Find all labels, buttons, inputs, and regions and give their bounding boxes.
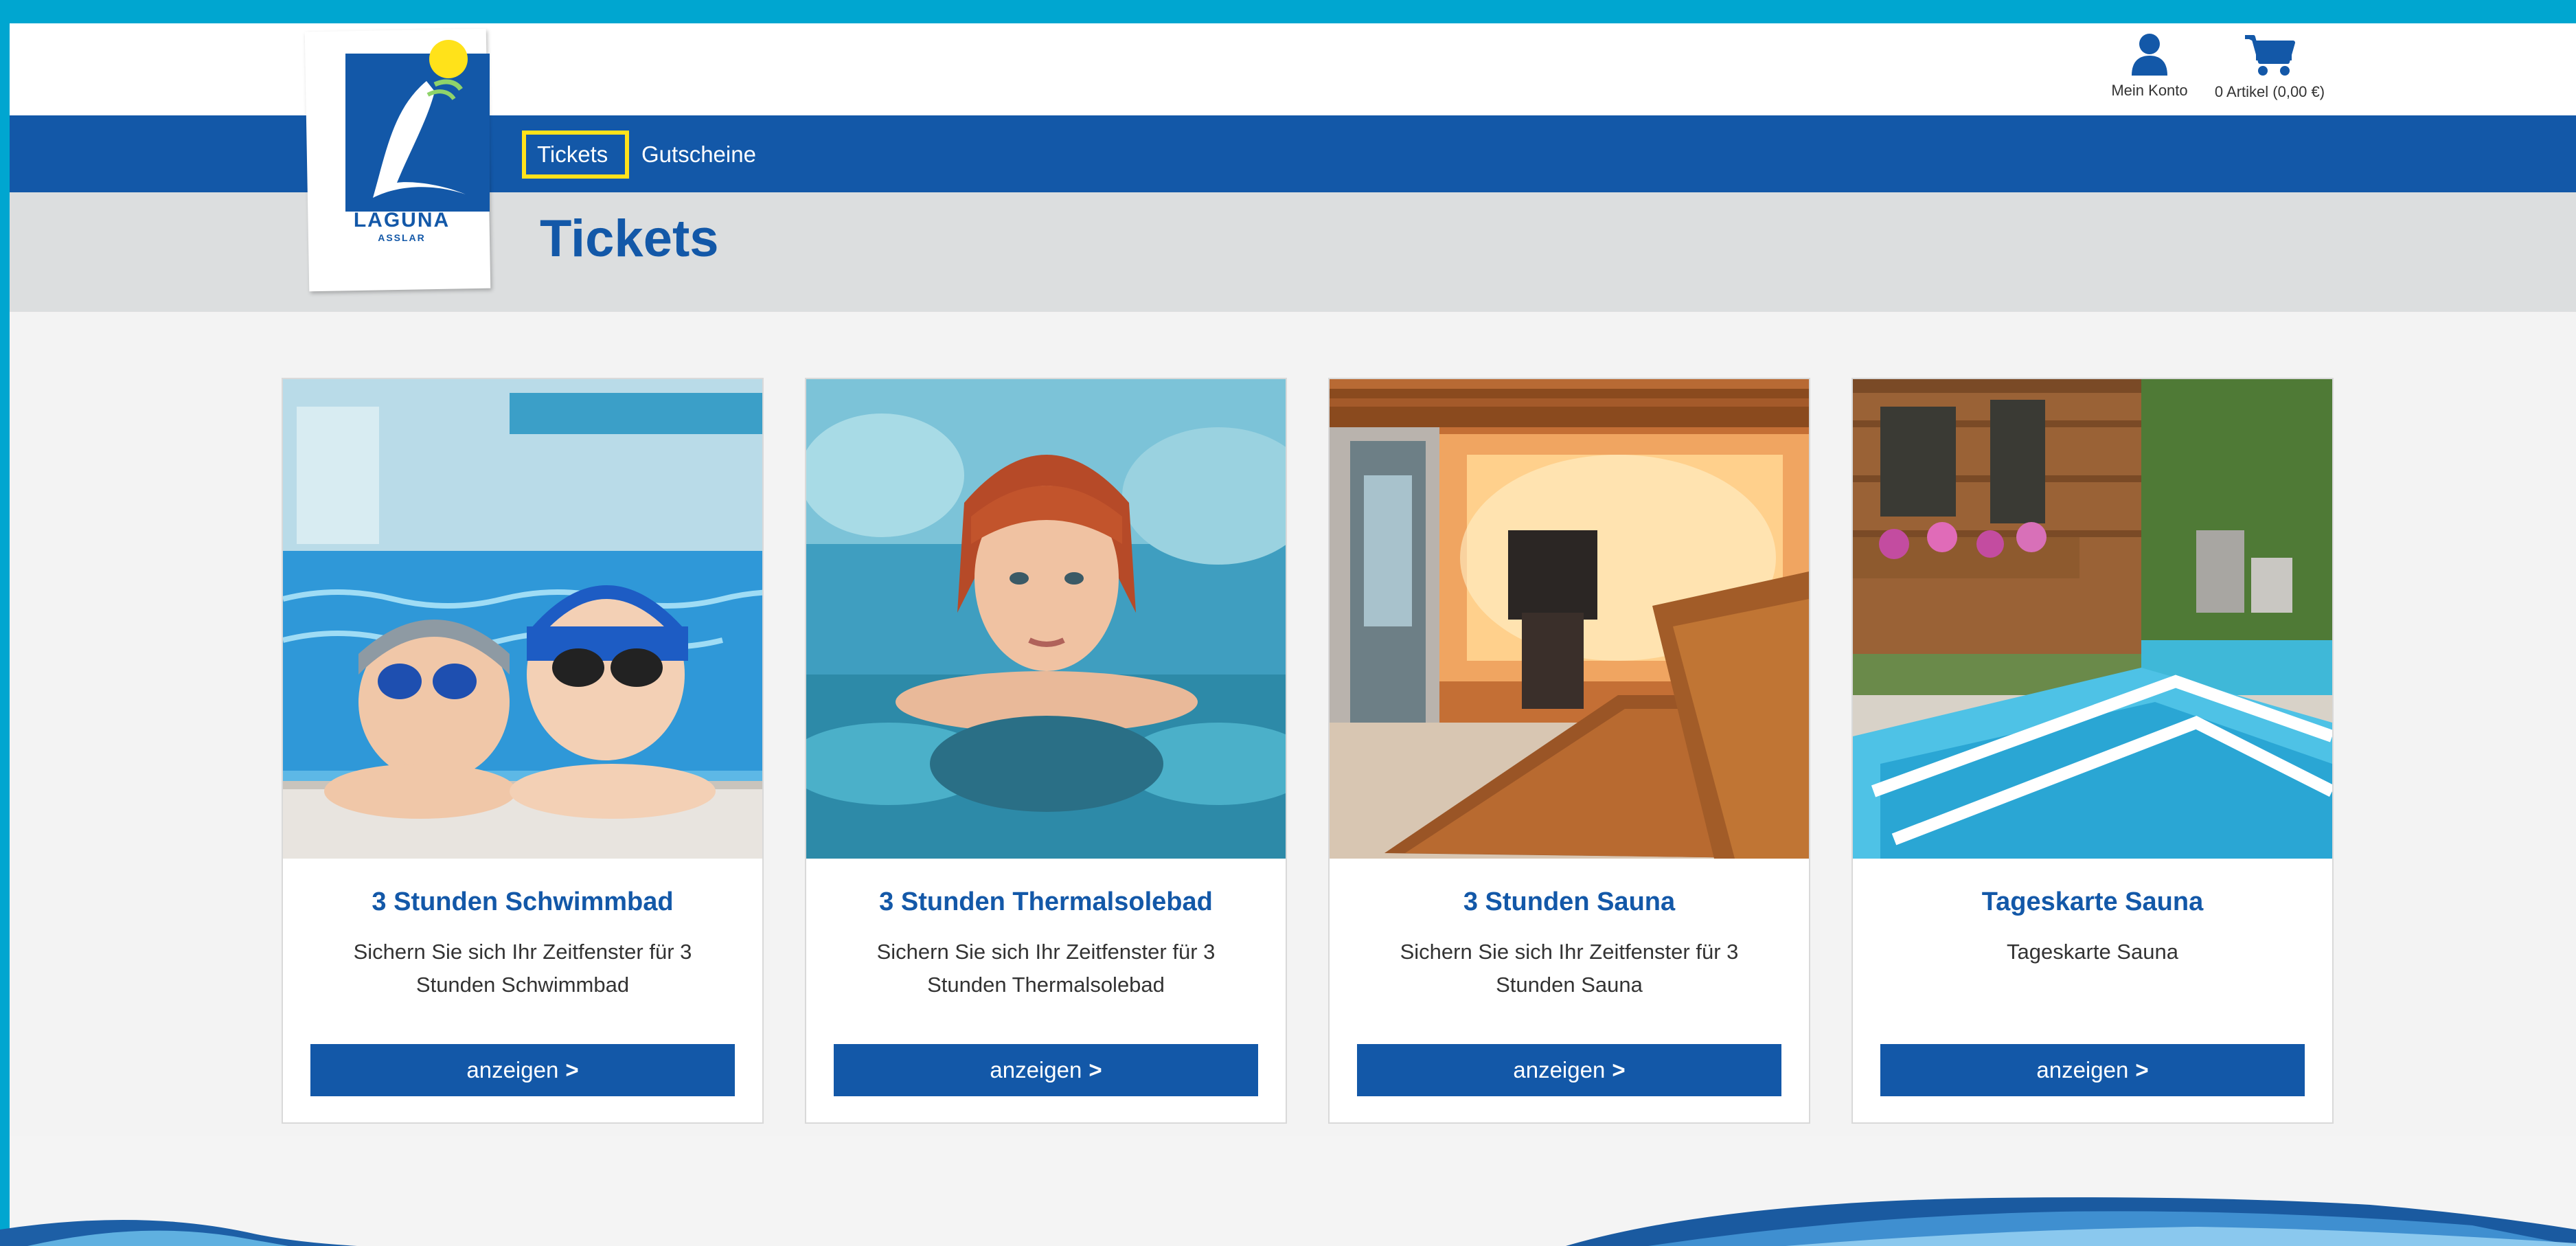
card-description: Sichern Sie sich Ihr Zeitfenster für 3 S… xyxy=(876,940,1216,997)
chevron-right-icon: > xyxy=(2135,1057,2149,1083)
card-image-thermalsolebad[interactable] xyxy=(806,379,1286,859)
ticket-card-sauna: 3 Stunden Sauna Sichern Sie sich Ihr Zei… xyxy=(1328,378,1810,1124)
show-button-label: anzeigen xyxy=(466,1057,559,1083)
show-button[interactable]: anzeigen > xyxy=(834,1044,1258,1096)
user-icon xyxy=(2132,34,2167,76)
card-title: 3 Stunden Sauna xyxy=(1463,887,1676,916)
card-title: 3 Stunden Thermalsolebad xyxy=(879,887,1213,916)
card-description: Sichern Sie sich Ihr Zeitfenster für 3 S… xyxy=(353,940,692,997)
water-wave-decoration xyxy=(0,1197,2576,1246)
show-button-label: anzeigen xyxy=(1513,1057,1606,1083)
cart-link[interactable]: 0 Artikel (0,00 €) xyxy=(2203,33,2336,101)
sauna-garden-image xyxy=(1853,379,2332,859)
account-label: Mein Konto xyxy=(2111,82,2188,99)
chevron-right-icon: > xyxy=(1612,1057,1626,1083)
logo-brand-name: LAGUNA xyxy=(353,209,451,231)
window-frame-left xyxy=(0,0,10,1246)
card-title: 3 Stunden Schwimmbad xyxy=(372,887,674,916)
ticket-card-thermalsolebad: 3 Stunden Thermalsolebad Sichern Sie sic… xyxy=(805,378,1287,1124)
pool-kids-image xyxy=(283,379,762,859)
chevron-right-icon: > xyxy=(1088,1057,1102,1083)
account-link[interactable]: Mein Konto xyxy=(2101,33,2198,100)
show-button-label: anzeigen xyxy=(2036,1057,2129,1083)
cart-icon xyxy=(2245,35,2295,76)
ticket-card-tageskarte-sauna: Tageskarte Sauna Tageskarte Sauna anzeig… xyxy=(1851,378,2334,1124)
card-title: Tageskarte Sauna xyxy=(1981,887,2204,916)
nav-gutscheine[interactable]: Gutscheine xyxy=(630,131,768,179)
card-image-schwimmbad[interactable] xyxy=(283,379,762,859)
ticket-card-schwimmbad: 3 Stunden Schwimmbad Sichern Sie sich Ih… xyxy=(282,378,764,1124)
card-description: Tageskarte Sauna xyxy=(2007,940,2178,964)
show-button-label: anzeigen xyxy=(990,1057,1082,1083)
window-frame-top xyxy=(0,0,2576,23)
logo-swirl-icon xyxy=(373,79,466,198)
thermal-woman-image xyxy=(806,379,1286,859)
nav-tickets[interactable]: Tickets xyxy=(522,131,629,179)
show-button[interactable]: anzeigen > xyxy=(1880,1044,2305,1096)
sauna-image xyxy=(1330,379,1809,859)
logo-mark xyxy=(345,54,490,212)
show-button[interactable]: anzeigen > xyxy=(1357,1044,1781,1096)
card-description: Sichern Sie sich Ihr Zeitfenster für 3 S… xyxy=(1400,940,1739,997)
card-image-sauna[interactable] xyxy=(1330,379,1809,859)
page-title: Tickets xyxy=(540,209,719,268)
show-button[interactable]: anzeigen > xyxy=(310,1044,735,1096)
logo-location: ASSLAR xyxy=(378,232,426,243)
logo-sun-icon xyxy=(429,40,468,78)
cart-label: 0 Artikel (0,00 €) xyxy=(2214,83,2325,100)
chevron-right-icon: > xyxy=(565,1057,579,1083)
card-image-tageskarte-sauna[interactable] xyxy=(1853,379,2332,859)
